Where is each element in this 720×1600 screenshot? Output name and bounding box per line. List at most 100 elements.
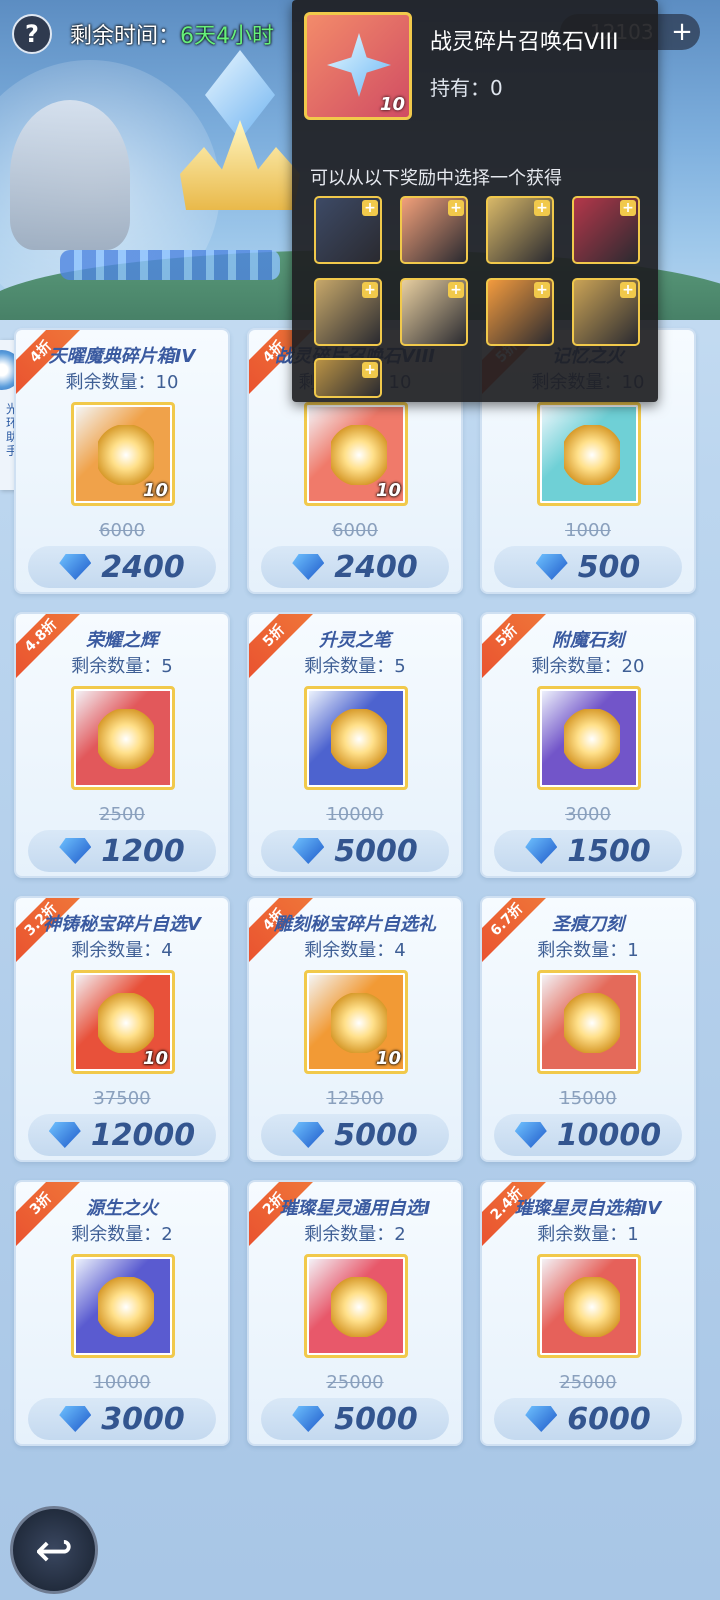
price-label: 500 (577, 549, 641, 585)
buy-button[interactable]: 1200 (28, 830, 216, 872)
plus-badge-icon: + (620, 200, 636, 216)
back-button[interactable]: ↩ (10, 1506, 98, 1594)
plus-badge-icon: + (534, 282, 550, 298)
item-name: 天曜魔典碎片箱IV (48, 346, 196, 367)
reward-choice[interactable]: + (486, 196, 554, 264)
original-price: 25000 (326, 1372, 384, 1393)
add-currency-button[interactable]: + (668, 17, 696, 47)
price-label: 5000 (334, 833, 418, 869)
shop-item-card[interactable]: 5折 升灵之笔 剩余数量：5 10000 5000 (247, 612, 463, 878)
plus-badge-icon: + (534, 200, 550, 216)
blade-icon (564, 993, 620, 1053)
shop-item-card[interactable]: 6.7折 圣痕刀刻 剩余数量：1 15000 10000 (480, 896, 696, 1162)
buy-button[interactable]: 2400 (261, 546, 449, 588)
plus-badge-icon: + (362, 282, 378, 298)
item-stock: 剩余数量：1 (537, 1224, 639, 1245)
price-label: 12000 (90, 1117, 196, 1153)
item-icon-frame (537, 970, 641, 1074)
item-icon-frame (304, 686, 408, 790)
original-price: 37500 (93, 1088, 151, 1109)
fox-statue (10, 100, 130, 250)
diamond-icon (525, 1406, 558, 1432)
reward-choice[interactable]: + (572, 196, 640, 264)
popup-title: 战灵碎片召唤石VIII (430, 30, 619, 55)
shop-item-card[interactable]: 3折 源生之火 剩余数量：2 10000 3000 (14, 1180, 230, 1446)
relic-altar-icon (98, 993, 154, 1053)
shop-item-card[interactable]: 2.4折 璀璨星灵自选箱IV 剩余数量：1 25000 6000 (480, 1180, 696, 1446)
item-stock: 剩余数量：20 (531, 656, 645, 677)
shop-item-card[interactable]: 4折 雕刻秘宝碎片自选礼 剩余数量：4 10 12500 5000 (247, 896, 463, 1162)
diamond-icon (292, 838, 325, 864)
buy-button[interactable]: 5000 (261, 830, 449, 872)
star-chest-icon (564, 1277, 620, 1337)
buy-button[interactable]: 12000 (28, 1114, 216, 1156)
item-icon-frame (537, 402, 641, 506)
price-label: 6000 (567, 1401, 651, 1437)
item-quantity: 10 (375, 1048, 401, 1069)
original-price: 3000 (565, 804, 611, 825)
reward-choice[interactable]: + (400, 196, 468, 264)
plus-badge-icon: + (362, 362, 378, 378)
buy-button[interactable]: 1500 (494, 830, 682, 872)
diamond-icon (48, 1122, 81, 1148)
diamond-icon (59, 554, 92, 580)
reward-choice[interactable]: + (400, 278, 468, 346)
price-label: 2400 (101, 549, 185, 585)
diamond-icon (59, 1406, 92, 1432)
gem-pile (60, 250, 280, 280)
buy-button[interactable]: 5000 (261, 1398, 449, 1440)
item-quantity: 10 (375, 480, 401, 501)
diamond-icon (535, 554, 568, 580)
price-label: 5000 (334, 1117, 418, 1153)
plus-badge-icon: + (362, 200, 378, 216)
item-name: 神铸秘宝碎片自选V (43, 914, 201, 935)
item-icon-frame: 10 (304, 402, 408, 506)
help-button[interactable]: ? (12, 14, 52, 54)
item-icon-frame (71, 1254, 175, 1358)
origin-fire-icon (98, 1277, 154, 1337)
item-name: 荣耀之辉 (86, 630, 158, 651)
buy-button[interactable]: 6000 (494, 1398, 682, 1440)
memory-flame-icon (564, 425, 620, 485)
item-name: 源生之火 (86, 1198, 158, 1219)
price-label: 2400 (334, 549, 418, 585)
buy-button[interactable]: 10000 (494, 1114, 682, 1156)
reward-choice[interactable]: + (314, 278, 382, 346)
shop-item-card[interactable]: 2折 璀璨星灵通用自选I 剩余数量：2 25000 5000 (247, 1180, 463, 1446)
plus-badge-icon: + (620, 282, 636, 298)
original-price: 25000 (559, 1372, 617, 1393)
buy-button[interactable]: 500 (494, 546, 682, 588)
item-quantity: 10 (142, 1048, 168, 1069)
back-arrow-icon: ↩ (34, 1523, 74, 1577)
plus-badge-icon: + (448, 200, 464, 216)
shop-item-card[interactable]: 3.2折 神铸秘宝碎片自选V 剩余数量：4 10 37500 12000 (14, 896, 230, 1162)
reward-choice[interactable]: + (486, 278, 554, 346)
price-label: 1500 (567, 833, 651, 869)
cube-chest-icon (98, 425, 154, 485)
plus-badge-icon: + (448, 282, 464, 298)
buy-button[interactable]: 5000 (261, 1114, 449, 1156)
buy-button[interactable]: 2400 (28, 546, 216, 588)
reward-choice[interactable]: + (572, 278, 640, 346)
original-price: 12500 (326, 1088, 384, 1109)
star-chest-icon (331, 1277, 387, 1337)
shop-item-card[interactable]: 5折 附魔石刻 剩余数量：20 3000 1500 (480, 612, 696, 878)
reward-choice[interactable]: + (314, 196, 382, 264)
item-name: 雕刻秘宝碎片自选礼 (274, 914, 436, 935)
summon-star-icon (327, 33, 391, 97)
item-stock: 剩余数量：10 (65, 372, 179, 393)
item-stock: 剩余数量：4 (304, 940, 406, 961)
price-label: 10000 (556, 1117, 662, 1153)
summon-stone-icon: 10 (304, 12, 412, 120)
price-label: 1200 (101, 833, 185, 869)
owned-count: 持有：0 (430, 76, 503, 100)
item-stock: 剩余数量：2 (71, 1224, 173, 1245)
item-icon-frame: 10 (304, 970, 408, 1074)
shop-item-card[interactable]: 4.8折 荣耀之辉 剩余数量：5 2500 1200 (14, 612, 230, 878)
reward-choice[interactable]: + (314, 358, 382, 398)
shop-item-card[interactable]: 4折 天曜魔典碎片箱IV 剩余数量：10 10 6000 2400 (14, 328, 230, 594)
quill-icon (331, 709, 387, 769)
price-label: 5000 (334, 1401, 418, 1437)
buy-button[interactable]: 3000 (28, 1398, 216, 1440)
item-name: 附魔石刻 (552, 630, 624, 651)
